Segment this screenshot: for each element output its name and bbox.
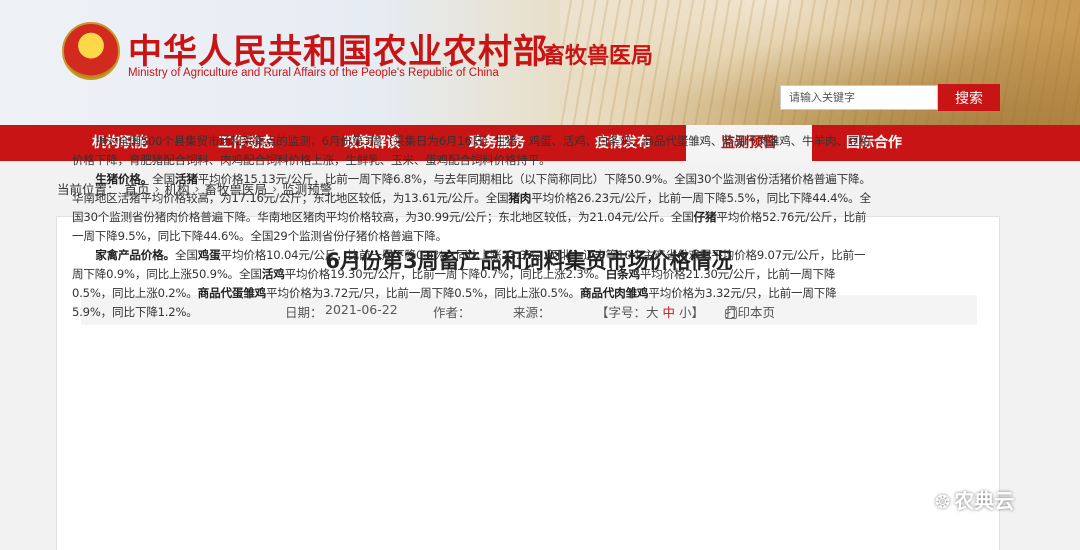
paragraph-text: 全国: [152, 172, 175, 186]
watermark-text: 农典云: [954, 489, 1015, 513]
section-heading: 家禽产品价格。: [95, 248, 175, 262]
keyword: 鸡蛋: [197, 248, 221, 262]
site-title[interactable]: 中华人民共和国农业农村部: [128, 24, 548, 73]
paragraph-text: 平均价格19.30元/公斤，比前一周下降0.7%，同比上涨2.3%。: [284, 267, 606, 281]
paragraph-text: 平均价格为3.72元/只，比前一周下降0.5%，同比上涨0.5%。: [266, 286, 580, 300]
header-banner: ★ 中华人民共和国农业农村部 Ministry of Agriculture a…: [0, 0, 1080, 125]
article-body: 据对全国500个县集贸市场和采集点的监测，6月份第3周（采集日为6月16日）生猪…: [72, 132, 872, 322]
national-emblem-icon: ★: [62, 22, 120, 80]
section-heading: 生猪价格。: [95, 172, 153, 186]
keyword: 仔猪: [693, 210, 717, 224]
paragraph-text: 全国: [174, 248, 198, 262]
paragraph-poultry-prices: 家禽产品价格。全国鸡蛋平均价格10.04元/公斤，比前一周下降0.4%，同比上涨…: [72, 246, 872, 322]
paragraph-pig-prices: 生猪价格。全国活猪平均价格15.13元/公斤，比前一周下降6.8%，与去年同期相…: [72, 170, 872, 246]
search-input[interactable]: [780, 85, 938, 110]
keyword: 商品代肉雏鸡: [579, 286, 649, 300]
keyword: 商品代蛋雏鸡: [197, 286, 267, 300]
keyword: 活猪: [174, 172, 198, 186]
bureau-name[interactable]: 畜牧兽医局: [543, 38, 653, 70]
search-button[interactable]: 搜索: [938, 84, 1000, 111]
wechat-icon: ❂: [935, 492, 951, 513]
keyword: 猪肉: [508, 191, 532, 205]
keyword: 活鸡: [261, 267, 285, 281]
paragraph-intro: 据对全国500个县集贸市场和采集点的监测，6月份第3周（采集日为6月16日）生猪…: [72, 134, 871, 167]
keyword: 白条鸡: [605, 267, 640, 281]
site-subtitle: Ministry of Agriculture and Rural Affair…: [128, 67, 499, 79]
watermark: ❂ 农典云: [935, 485, 1014, 514]
